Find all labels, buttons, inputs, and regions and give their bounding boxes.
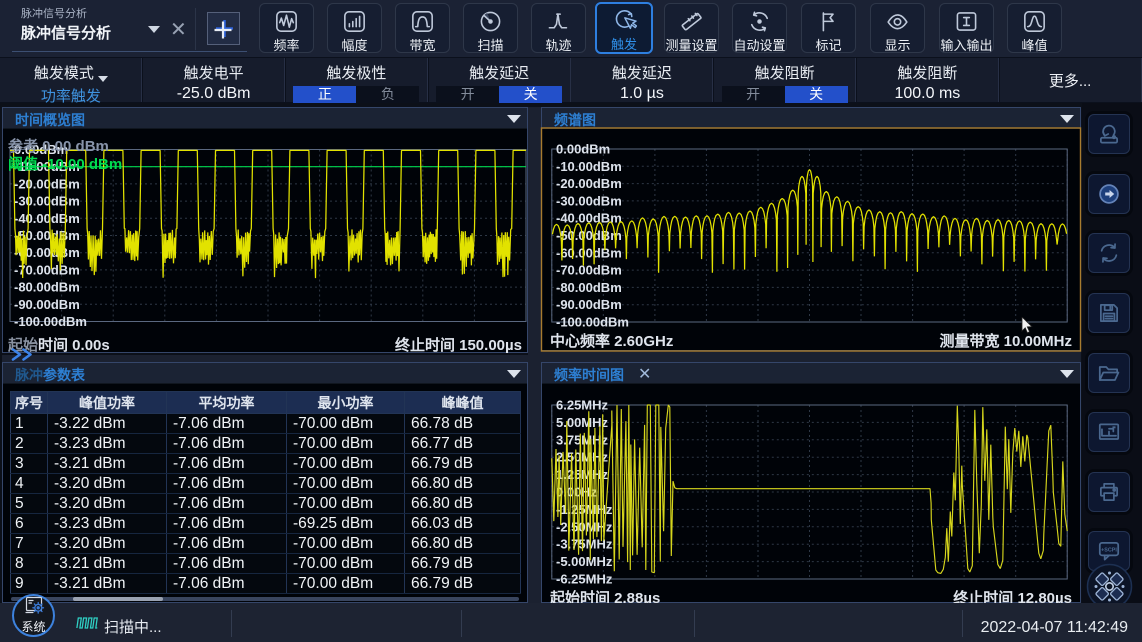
svg-text:-20.00dBm: -20.00dBm bbox=[556, 176, 622, 191]
svg-text:-30.00dBm: -30.00dBm bbox=[14, 194, 80, 209]
svg-text:5.00MHz: 5.00MHz bbox=[556, 415, 609, 430]
svg-text:-90.00dBm: -90.00dBm bbox=[14, 297, 80, 312]
svg-text:-10.00dBm: -10.00dBm bbox=[556, 159, 622, 174]
svg-text:-80.00dBm: -80.00dBm bbox=[14, 280, 80, 295]
svg-text:-70.00dBm: -70.00dBm bbox=[14, 262, 80, 277]
svg-text:-5.00MHz: -5.00MHz bbox=[556, 554, 613, 569]
svg-text:-100.00dBm: -100.00dBm bbox=[14, 314, 87, 329]
svg-text:+SCPI: +SCPI bbox=[1101, 547, 1117, 553]
svg-text:-70.00dBm: -70.00dBm bbox=[556, 263, 622, 278]
svg-text:0.00dBm: 0.00dBm bbox=[556, 142, 610, 157]
svg-text:6.25MHz: 6.25MHz bbox=[556, 398, 609, 413]
svg-text:-90.00dBm: -90.00dBm bbox=[556, 297, 622, 312]
svg-text:-6.25MHz: -6.25MHz bbox=[556, 572, 613, 587]
svg-text:-20.00dBm: -20.00dBm bbox=[14, 176, 80, 191]
svg-text:-80.00dBm: -80.00dBm bbox=[556, 280, 622, 295]
svg-text:-60.00dBm: -60.00dBm bbox=[556, 245, 622, 260]
svg-text:-100.00dBm: -100.00dBm bbox=[556, 315, 629, 330]
svg-text:-40.00dBm: -40.00dBm bbox=[14, 211, 80, 226]
svg-text:-1.25MHz: -1.25MHz bbox=[556, 502, 613, 517]
svg-text:-50.00dBm: -50.00dBm bbox=[556, 228, 622, 243]
svg-text:-30.00dBm: -30.00dBm bbox=[556, 193, 622, 208]
